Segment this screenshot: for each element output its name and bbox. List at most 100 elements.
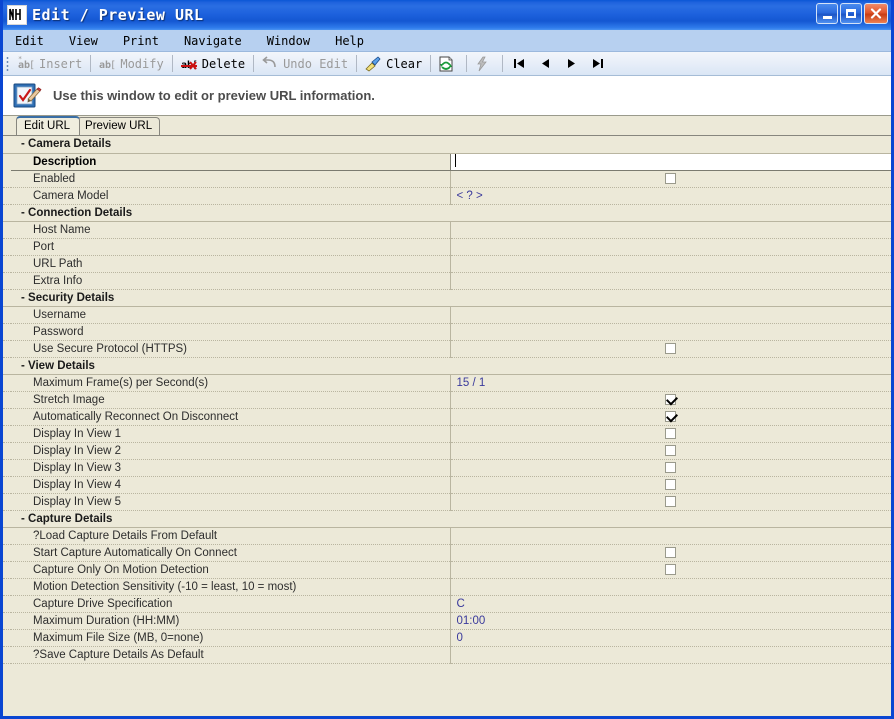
grid-row[interactable]: ?Save Capture Details As Default — [3, 646, 891, 664]
grid-row[interactable]: Password — [3, 323, 891, 341]
grid-section-capture-details[interactable]: - Capture Details — [3, 510, 891, 528]
grid-row[interactable]: Stretch Image — [3, 391, 891, 409]
close-button[interactable] — [864, 3, 888, 24]
grid-row[interactable]: URL Path — [3, 255, 891, 273]
grid-row[interactable]: Enabled — [3, 170, 891, 188]
grid-row-value[interactable] — [450, 425, 891, 443]
menu-item-view[interactable]: View — [67, 32, 108, 50]
grid-row-value[interactable] — [450, 476, 891, 494]
grid-row-value[interactable] — [450, 238, 891, 256]
grid-row-value[interactable] — [450, 255, 891, 273]
grid-row-value[interactable] — [450, 408, 891, 426]
previous-record-button[interactable] — [534, 54, 556, 74]
grid-row[interactable]: Maximum File Size (MB, 0=none) 0 — [3, 629, 891, 647]
lightning-button[interactable] — [470, 54, 499, 74]
last-record-button[interactable] — [586, 54, 608, 74]
grid-row-value[interactable]: C — [450, 595, 891, 613]
grid-row-value[interactable] — [450, 272, 891, 290]
next-record-button[interactable] — [560, 54, 582, 74]
grid-row-value[interactable] — [450, 306, 891, 324]
grid-row[interactable]: Camera Model < ? > — [3, 187, 891, 205]
grid-row[interactable]: ?Load Capture Details From Default — [3, 527, 891, 545]
clear-button[interactable]: Clear — [360, 54, 427, 74]
insert-button[interactable]: ab [ * Insert — [13, 54, 87, 74]
grid-row-value[interactable] — [450, 340, 891, 358]
checkbox-unchecked[interactable] — [664, 461, 676, 473]
grid-section-connection-details[interactable]: - Connection Details — [3, 204, 891, 222]
grid-row-label: Start Capture Automatically On Connect — [11, 544, 451, 562]
tab-preview-url[interactable]: Preview URL — [77, 117, 161, 135]
grid-row-value[interactable]: 01:00 — [450, 612, 891, 630]
grid-section-security-details[interactable]: - Security Details — [3, 289, 891, 307]
grid-row-value[interactable] — [450, 578, 891, 596]
grid-row-indent — [3, 476, 11, 494]
grid-row[interactable]: Use Secure Protocol (HTTPS) — [3, 340, 891, 358]
grid-row-value[interactable] — [450, 391, 891, 409]
grid-row-indent — [3, 238, 11, 256]
checkbox-unchecked[interactable] — [664, 444, 676, 456]
modify-button[interactable]: ab [ Modify — [94, 54, 168, 74]
grid-row[interactable]: Maximum Duration (HH:MM) 01:00 — [3, 612, 891, 630]
grid-row[interactable]: Username — [3, 306, 891, 324]
grid-row[interactable]: Start Capture Automatically On Connect — [3, 544, 891, 562]
checkbox-unchecked[interactable] — [664, 342, 676, 354]
tab-edit-url[interactable]: Edit URL — [16, 116, 81, 135]
checkbox-unchecked[interactable] — [664, 427, 676, 439]
grid-row[interactable]: Description — [3, 152, 891, 171]
checkbox-unchecked[interactable] — [664, 478, 676, 490]
grid-row-value[interactable] — [450, 459, 891, 477]
grid-row-value[interactable] — [450, 323, 891, 341]
grid-row-label: Use Secure Protocol (HTTPS) — [11, 340, 451, 358]
first-record-button[interactable] — [508, 54, 530, 74]
grid-row[interactable]: Display In View 2 — [3, 442, 891, 460]
grid-row[interactable]: Capture Only On Motion Detection — [3, 561, 891, 579]
delete-button[interactable]: ab [ Delete — [176, 54, 250, 74]
menu-item-edit[interactable]: Edit — [13, 32, 54, 50]
grid-row-value[interactable] — [450, 493, 891, 511]
grid-row[interactable]: Extra Info — [3, 272, 891, 290]
checkbox-unchecked[interactable] — [664, 563, 676, 575]
grid-row[interactable]: Automatically Reconnect On Disconnect — [3, 408, 891, 426]
grid-row[interactable]: Display In View 4 — [3, 476, 891, 494]
checkbox-unchecked[interactable] — [664, 495, 676, 507]
grid-row-value[interactable]: 15 / 1 — [450, 374, 891, 392]
checkbox-checked[interactable] — [664, 393, 676, 405]
grid-section-value-cell — [450, 204, 891, 222]
checkbox-checked[interactable] — [664, 410, 676, 422]
grid-row-value[interactable] — [450, 527, 891, 545]
undo-edit-button[interactable]: Undo Edit — [257, 54, 353, 74]
grid-row[interactable]: Display In View 3 — [3, 459, 891, 477]
menu-item-navigate[interactable]: Navigate — [182, 32, 252, 50]
checkbox-holder — [664, 342, 676, 355]
menu-item-print[interactable]: Print — [121, 32, 169, 50]
grid-row[interactable]: Host Name — [3, 221, 891, 239]
grid-row[interactable]: Display In View 1 — [3, 425, 891, 443]
grid-row[interactable]: Maximum Frame(s) per Second(s) 15 / 1 — [3, 374, 891, 392]
grid-row[interactable]: Motion Detection Sensitivity (-10 = leas… — [3, 578, 891, 596]
checkbox-unchecked[interactable] — [664, 172, 676, 184]
grid-row[interactable]: Port — [3, 238, 891, 256]
checkbox-unchecked[interactable] — [664, 546, 676, 558]
grid-row[interactable]: Display In View 5 — [3, 493, 891, 511]
menu-item-help[interactable]: Help — [333, 32, 374, 50]
maximize-button[interactable] — [840, 3, 862, 24]
grid-row-value[interactable] — [450, 170, 891, 188]
grid-section-view-details[interactable]: - View Details — [3, 357, 891, 375]
refresh-button[interactable] — [434, 54, 463, 74]
grid-row-value[interactable] — [449, 152, 891, 171]
grid-row[interactable]: Capture Drive Specification C — [3, 595, 891, 613]
last-record-icon — [592, 59, 603, 68]
svg-text:[: [ — [110, 60, 116, 71]
grid-row-value[interactable]: < ? > — [450, 187, 891, 205]
grid-section-camera-details[interactable]: - Camera Details — [3, 136, 891, 154]
grid-row-value[interactable] — [450, 646, 891, 664]
grid-row-value[interactable] — [450, 442, 891, 460]
grid-row-value[interactable] — [450, 561, 891, 579]
minimize-button[interactable] — [816, 3, 838, 24]
grid-row-label: Motion Detection Sensitivity (-10 = leas… — [11, 578, 451, 596]
grid-row-value[interactable] — [450, 544, 891, 562]
menu-item-window[interactable]: Window — [265, 32, 320, 50]
grid-row-value[interactable] — [450, 221, 891, 239]
toolbar-grip[interactable] — [6, 55, 9, 72]
grid-row-value[interactable]: 0 — [450, 629, 891, 647]
